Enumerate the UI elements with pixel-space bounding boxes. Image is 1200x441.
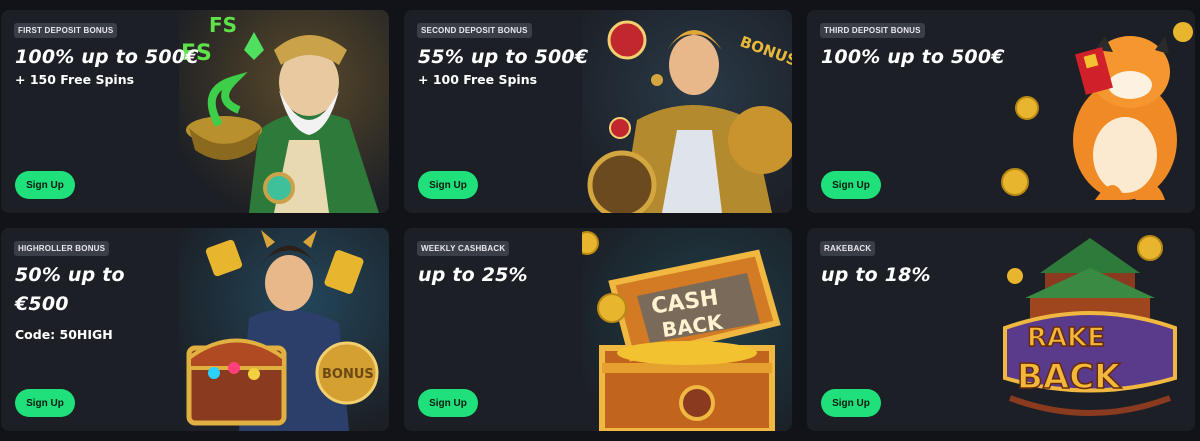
svg-text:RAKE: RAKE [1027, 323, 1105, 353]
promo-card-second-deposit: BONUS SECOND DEPOSIT BONUS 55% up to 500… [404, 10, 792, 213]
sign-up-button[interactable]: Sign Up [15, 171, 75, 199]
sign-up-button[interactable]: Sign Up [15, 389, 75, 417]
promo-badge: RAKEBACK [820, 241, 876, 256]
svg-text:BONUS: BONUS [322, 367, 374, 382]
promo-badge: WEEKLY CASHBACK [417, 241, 510, 256]
promo-headline-line2: €500 [15, 293, 69, 315]
promo-headline-line1: 50% up to [15, 264, 125, 286]
promo-subtext: Code: 50HIGH [15, 327, 113, 342]
promo-headline: up to 25% [418, 264, 528, 286]
promo-card-weekly-cashback: CASH BACK WEEKLY CASHBACK up to 25% Sign… [404, 228, 792, 431]
cashback-chest-illustration: CASH BACK [582, 228, 792, 431]
promo-subtext: + 150 Free Spins [15, 72, 135, 87]
treasure-warrior-illustration: BONUS [179, 228, 389, 431]
promo-headline: up to 18% [821, 264, 931, 286]
promo-card-third-deposit: THIRD DEPOSIT BONUS 100% up to 500€ Sign… [807, 10, 1195, 213]
promo-headline: 50% up to €500 [15, 261, 215, 319]
promo-card-first-deposit: FS FS FIRST DEPOSIT BONUS 100% up to 500… [1, 10, 389, 213]
promo-badge: HIGHROLLER BONUS [14, 241, 110, 256]
promo-badge: SECOND DEPOSIT BONUS [417, 23, 532, 38]
golden-knight-illustration: BONUS [582, 10, 792, 213]
promotions-grid: FS FS FIRST DEPOSIT BONUS 100% up to 500… [0, 10, 1200, 431]
tiger-mascot-illustration [985, 10, 1195, 213]
promo-badge: FIRST DEPOSIT BONUS [14, 23, 118, 38]
sage-warrior-illustration: FS FS [179, 10, 389, 213]
sign-up-button[interactable]: Sign Up [418, 171, 478, 199]
promo-headline: 100% up to 500€ [821, 46, 1005, 68]
promo-headline: 100% up to 500€ [15, 46, 199, 68]
promo-card-highroller: BONUS HIGHROLLER BONUS 50% up to €500 Co… [1, 228, 389, 431]
rakeback-temple-illustration: RAKE BACK [985, 228, 1195, 431]
promo-badge: THIRD DEPOSIT BONUS [820, 23, 925, 38]
svg-text:FS: FS [209, 13, 237, 37]
sign-up-button[interactable]: Sign Up [821, 389, 881, 417]
promo-headline: 55% up to 500€ [418, 46, 589, 68]
sign-up-button[interactable]: Sign Up [418, 389, 478, 417]
sign-up-button[interactable]: Sign Up [821, 171, 881, 199]
promo-card-rakeback: RAKE BACK RAKEBACK up to 18% Sign Up [807, 228, 1195, 431]
promo-subtext: + 100 Free Spins [418, 72, 538, 87]
svg-text:BACK: BACK [1017, 357, 1122, 397]
